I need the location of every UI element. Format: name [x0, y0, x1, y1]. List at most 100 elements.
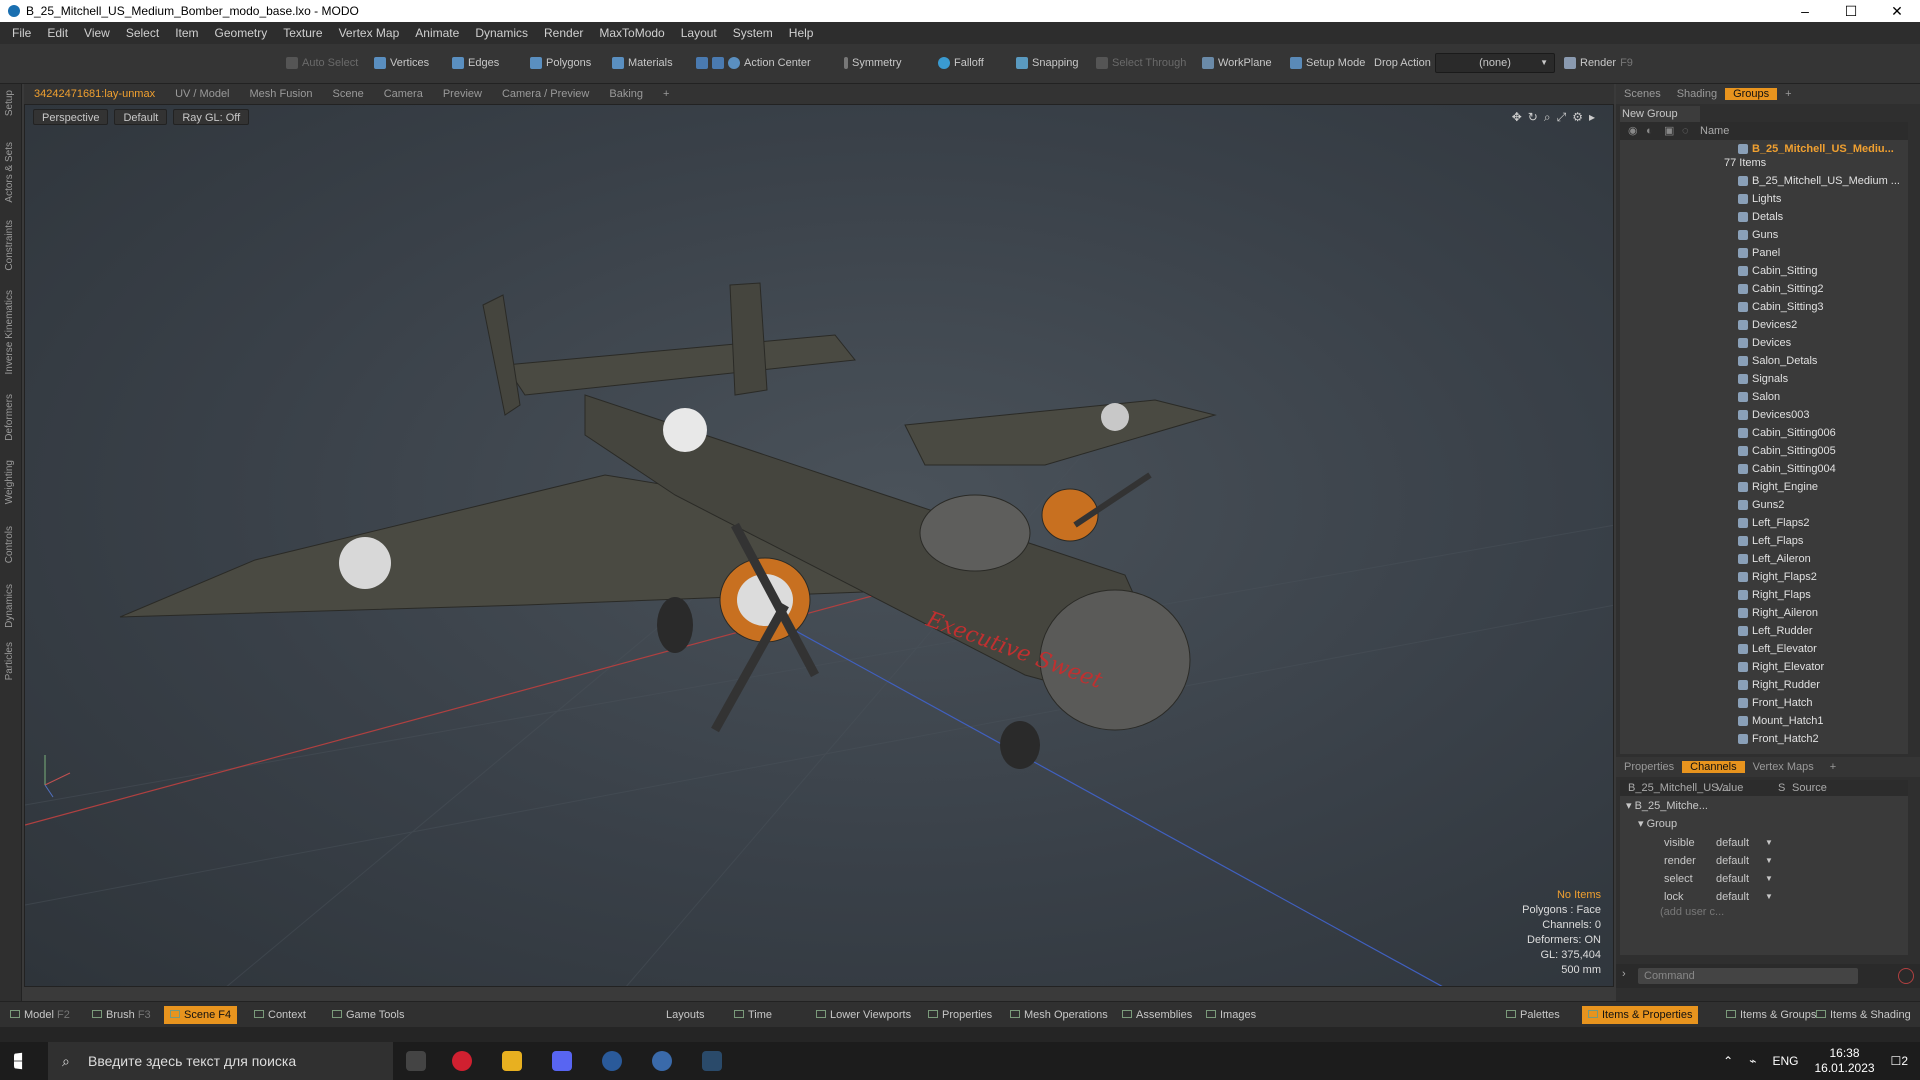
maximize-view-icon[interactable]: ⤢	[1557, 110, 1567, 125]
group-list-item[interactable]: Cabin_Sitting005	[1620, 442, 1908, 460]
channel-row[interactable]: lock default ▼	[1620, 888, 1908, 906]
group-list-item[interactable]: Guns	[1620, 226, 1908, 244]
group-list-item[interactable]: Cabin_Sitting2	[1620, 280, 1908, 298]
context-layout-button[interactable]: Context	[248, 1006, 312, 1024]
tab-inverse-kinematics[interactable]: Inverse Kinematics	[4, 290, 15, 374]
layouts-button[interactable]: Layouts	[660, 1006, 711, 1024]
move-view-icon[interactable]: ✥	[1512, 110, 1522, 125]
workplane-button[interactable]: WorkPlane	[1198, 52, 1276, 74]
view-mode-button[interactable]: Perspective	[33, 109, 109, 125]
tab-controls[interactable]: Controls	[4, 526, 15, 563]
rotate-view-icon[interactable]: ↻	[1528, 110, 1538, 125]
palettes-button[interactable]: Palettes	[1500, 1006, 1566, 1024]
group-list-item[interactable]: Devices2	[1620, 316, 1908, 334]
scene-layout-button[interactable]: Scene F4	[164, 1006, 238, 1024]
tab-camera[interactable]: Camera	[374, 88, 433, 100]
tab-baking[interactable]: Baking	[599, 88, 653, 100]
tab-deformers[interactable]: Deformers	[4, 394, 15, 441]
images-button[interactable]: Images	[1200, 1006, 1262, 1024]
3d-viewport[interactable]: Executive Sweet Perspective Default Ray …	[24, 104, 1614, 987]
taskbar-search-box[interactable]: ⌕ Введите здесь текст для поиска	[48, 1042, 393, 1080]
items-groups-button[interactable]: Items & Groups	[1720, 1006, 1822, 1024]
file-explorer-icon[interactable]	[502, 1051, 522, 1071]
falloff-button[interactable]: Falloff	[934, 52, 988, 74]
tab-scenes[interactable]: Scenes	[1616, 88, 1669, 100]
mesh-operations-button[interactable]: Mesh Operations	[1004, 1006, 1114, 1024]
zoom-view-icon[interactable]: ⌕	[1544, 110, 1551, 125]
add-panel-tab-button[interactable]: +	[1777, 88, 1799, 100]
tab-vertex-maps[interactable]: Vertex Maps	[1745, 761, 1822, 773]
group-list-item[interactable]: Right_Elevator	[1620, 658, 1908, 676]
clock[interactable]: 16:38 16.01.2023	[1814, 1046, 1874, 1076]
lower-viewports-button[interactable]: Lower Viewports	[810, 1006, 917, 1024]
channel-row[interactable]: render default ▼	[1620, 852, 1908, 870]
tab-particles[interactable]: Particles	[4, 642, 15, 680]
add-props-tab-button[interactable]: +	[1822, 761, 1844, 773]
group-list-item[interactable]: Right_Aileron	[1620, 604, 1908, 622]
group-list-item[interactable]: Cabin_Sitting3	[1620, 298, 1908, 316]
menu-layout[interactable]: Layout	[673, 26, 725, 40]
menu-dynamics[interactable]: Dynamics	[467, 26, 536, 40]
channel-value-select[interactable]: default	[1716, 888, 1749, 906]
properties-button[interactable]: Properties	[922, 1006, 998, 1024]
windows-start-icon[interactable]	[14, 1052, 23, 1070]
menu-render[interactable]: Render	[536, 26, 591, 40]
polygons-button[interactable]: Polygons	[526, 52, 595, 74]
materials-button[interactable]: Materials	[608, 52, 677, 74]
group-list-item[interactable]: Guns2	[1620, 496, 1908, 514]
tab-dynamics[interactable]: Dynamics	[4, 584, 15, 628]
discord-icon[interactable]	[552, 1051, 572, 1071]
render-button[interactable]: Render F9	[1560, 52, 1637, 74]
items-shading-button[interactable]: Items & Shading	[1810, 1006, 1917, 1024]
app-icon[interactable]	[602, 1051, 622, 1071]
group-list-item[interactable]: Left_Flaps2	[1620, 514, 1908, 532]
channel-group-node[interactable]: ▾ Group	[1638, 816, 1677, 832]
menu-geometry[interactable]: Geometry	[207, 26, 276, 40]
group-list-item[interactable]: Devices003	[1620, 406, 1908, 424]
group-list-item[interactable]: Cabin_Sitting004	[1620, 460, 1908, 478]
model-layout-button[interactable]: Model F2	[4, 1006, 76, 1024]
menu-item[interactable]: Item	[167, 26, 206, 40]
group-list-item[interactable]: Detals	[1620, 208, 1908, 226]
group-list-item[interactable]: Right_Flaps	[1620, 586, 1908, 604]
arrow-right-icon[interactable]: ▸	[1589, 110, 1595, 125]
menu-select[interactable]: Select	[118, 26, 167, 40]
channel-value-select[interactable]: default	[1716, 834, 1749, 852]
select-through-button[interactable]: Select Through	[1092, 52, 1190, 74]
group-list-item[interactable]: Signals	[1620, 370, 1908, 388]
minimize-button[interactable]: –	[1782, 0, 1828, 22]
vertices-button[interactable]: Vertices	[370, 52, 433, 74]
add-user-channel[interactable]: (add user c...	[1660, 906, 1724, 918]
group-list-item[interactable]: Lights	[1620, 190, 1908, 208]
tab-properties[interactable]: Properties	[1616, 761, 1682, 773]
edges-button[interactable]: Edges	[448, 52, 503, 74]
group-list-item[interactable]: Right_Engine	[1620, 478, 1908, 496]
menu-vertex-map[interactable]: Vertex Map	[331, 26, 408, 40]
group-list-item[interactable]: Panel	[1620, 244, 1908, 262]
group-list-item[interactable]: Left_Elevator	[1620, 640, 1908, 658]
group-list-item[interactable]: Mount_Hatch1	[1620, 712, 1908, 730]
chevron-up-icon[interactable]: ⌃	[1723, 1054, 1733, 1068]
assemblies-button[interactable]: Assemblies	[1116, 1006, 1198, 1024]
command-input[interactable]: Command	[1638, 968, 1858, 984]
record-icon[interactable]	[1898, 968, 1914, 984]
tab-camera-preview[interactable]: Camera / Preview	[492, 88, 599, 100]
group-list-item[interactable]: Right_Flaps2	[1620, 568, 1908, 586]
tab-actors-sets[interactable]: Actors & Sets	[4, 142, 15, 203]
tab-setup[interactable]: Setup	[4, 90, 15, 116]
group-list-item[interactable]: Left_Aileron	[1620, 550, 1908, 568]
snapping-button[interactable]: Snapping	[1012, 52, 1083, 74]
tab-weighting[interactable]: Weighting	[4, 460, 15, 504]
auto-select-button[interactable]: Auto Select	[282, 52, 362, 74]
network-icon[interactable]: ⌁	[1749, 1054, 1756, 1068]
group-list-item[interactable]: Salon	[1620, 388, 1908, 406]
action-center-button[interactable]: Action Center	[692, 52, 815, 74]
task-view-icon[interactable]	[406, 1051, 426, 1071]
ray-gl-toggle[interactable]: Ray GL: Off	[173, 109, 250, 125]
new-group-button[interactable]: New Group	[1620, 106, 1700, 122]
group-list-item[interactable]: Right_Rudder	[1620, 676, 1908, 694]
notification-icon[interactable]: ☐2	[1891, 1054, 1908, 1068]
channel-value-select[interactable]: default	[1716, 870, 1749, 888]
drop-action-select[interactable]: (none) ▼	[1435, 53, 1555, 73]
brush-layout-button[interactable]: Brush F3	[86, 1006, 157, 1024]
